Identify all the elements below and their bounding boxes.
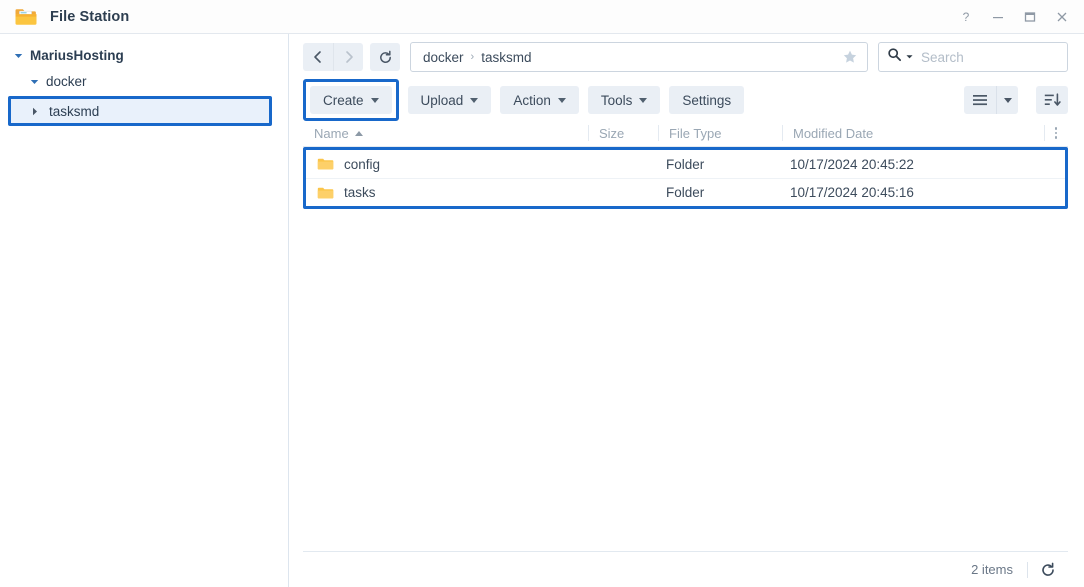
sidebar-item-label: MariusHosting — [30, 47, 124, 63]
upload-button-label: Upload — [420, 92, 464, 108]
search-input[interactable] — [919, 48, 1059, 66]
back-button[interactable] — [303, 43, 333, 71]
expand-caret-right-icon[interactable] — [30, 107, 44, 116]
window-controls: ? — [950, 0, 1078, 33]
column-header-size[interactable]: Size — [588, 120, 658, 146]
window-body: MariusHosting docker tasksmd docker › ta… — [0, 34, 1084, 587]
file-name-label: config — [344, 156, 381, 172]
title-bar: File Station ? — [0, 0, 1084, 34]
maximize-icon[interactable] — [1014, 2, 1046, 32]
tools-button-label: Tools — [600, 92, 633, 108]
breadcrumb-item-1[interactable]: tasksmd — [481, 50, 531, 65]
view-options-caret-icon[interactable] — [996, 86, 1018, 114]
search-icon[interactable] — [887, 47, 902, 67]
kebab-menu-icon — [1054, 127, 1058, 139]
sidebar-item-label: docker — [46, 73, 87, 89]
table-row[interactable]: config Folder 10/17/2024 20:45:22 — [306, 150, 1065, 178]
favorite-star-icon[interactable] — [835, 43, 865, 71]
main-pane: docker › tasksmd Search Create Upload Ac… — [289, 34, 1084, 587]
file-date-cell: 10/17/2024 20:45:22 — [790, 156, 914, 172]
action-button-label: Action — [513, 92, 551, 108]
file-type-cell: Folder — [666, 185, 705, 200]
chevron-down-icon — [470, 97, 479, 103]
search-box[interactable] — [878, 42, 1068, 72]
create-button-label: Create — [323, 92, 364, 108]
file-size-cell — [585, 150, 655, 178]
file-date-cell: 10/17/2024 20:45:16 — [790, 185, 914, 200]
sidebar-item-docker[interactable]: docker — [0, 68, 288, 94]
minimize-icon[interactable] — [982, 2, 1014, 32]
sidebar-item-tasksmd[interactable]: tasksmd — [8, 96, 272, 126]
column-header-name[interactable]: Name — [303, 120, 588, 146]
expand-caret-down-icon[interactable] — [30, 77, 44, 86]
file-list-empty-space[interactable] — [303, 209, 1068, 551]
file-type-cell: Folder — [666, 156, 705, 172]
breadcrumb-separator-icon: › — [470, 51, 475, 63]
status-bar: 2 items — [303, 551, 1068, 587]
breadcrumb: docker › tasksmd — [423, 50, 835, 65]
path-bar[interactable]: docker › tasksmd — [410, 42, 868, 72]
chevron-down-icon — [557, 97, 566, 103]
column-header-file-type-label: File Type — [669, 125, 722, 141]
svg-text:?: ? — [963, 10, 970, 24]
file-station-window: File Station ? MariusHosting docker task… — [0, 0, 1084, 587]
upload-button[interactable]: Upload — [407, 86, 492, 114]
file-list-area: Name Size File Type Modified Date config… — [289, 120, 1084, 551]
column-header-modified-date[interactable]: Modified Date — [782, 120, 1044, 146]
sort-ascending-icon — [354, 130, 363, 136]
list-view-button[interactable] — [964, 86, 996, 114]
status-refresh-button[interactable] — [1028, 552, 1068, 587]
chevron-down-icon — [370, 97, 379, 103]
file-size-cell — [585, 179, 655, 206]
file-rows-highlight: config Folder 10/17/2024 20:45:22 tasks … — [303, 147, 1068, 209]
settings-button[interactable]: Settings — [669, 86, 745, 114]
refresh-button[interactable] — [370, 43, 400, 71]
column-header-modified-date-label: Modified Date — [793, 125, 874, 141]
item-count-label: 2 items — [971, 562, 1013, 577]
create-button[interactable]: Create — [310, 86, 392, 114]
sidebar-item-mariushosting[interactable]: MariusHosting — [0, 42, 288, 68]
window-title: File Station — [50, 8, 130, 25]
file-name-label: tasks — [344, 185, 376, 200]
toolbar: Create Upload Action Tools Settings — [289, 79, 1084, 121]
help-icon[interactable]: ? — [950, 2, 982, 32]
sidebar-selection-highlight: tasksmd — [8, 96, 272, 126]
sort-order-button[interactable] — [1036, 86, 1068, 114]
search-dropdown-caret-icon[interactable] — [906, 53, 913, 62]
row-options-spacer — [1041, 179, 1065, 206]
action-button[interactable]: Action — [500, 86, 579, 114]
column-header-size-label: Size — [599, 125, 625, 141]
navigation-bar: docker › tasksmd — [289, 34, 1084, 80]
close-icon[interactable] — [1046, 2, 1078, 32]
forward-button[interactable] — [333, 43, 363, 71]
settings-button-label: Settings — [682, 92, 732, 108]
folder-icon — [317, 157, 334, 171]
column-header-file-type[interactable]: File Type — [658, 120, 782, 146]
file-name-cell: config — [306, 150, 585, 178]
row-options-spacer — [1041, 150, 1065, 178]
column-header-name-label: Name — [314, 125, 349, 141]
breadcrumb-item-0[interactable]: docker — [423, 50, 464, 65]
create-button-highlight: Create — [303, 79, 399, 121]
view-mode-group — [964, 86, 1018, 114]
chevron-down-icon — [639, 97, 648, 103]
file-name-cell: tasks — [306, 179, 585, 206]
expand-caret-down-icon[interactable] — [14, 51, 28, 60]
sidebar: MariusHosting docker tasksmd — [0, 34, 289, 587]
folder-icon — [317, 186, 334, 200]
tools-button[interactable]: Tools — [587, 86, 661, 114]
app-folder-icon — [14, 5, 38, 29]
sidebar-item-label: tasksmd — [49, 103, 100, 119]
table-row[interactable]: tasks Folder 10/17/2024 20:45:16 — [306, 178, 1065, 206]
column-headers: Name Size File Type Modified Date — [303, 120, 1068, 147]
column-options-icon[interactable] — [1044, 120, 1068, 146]
